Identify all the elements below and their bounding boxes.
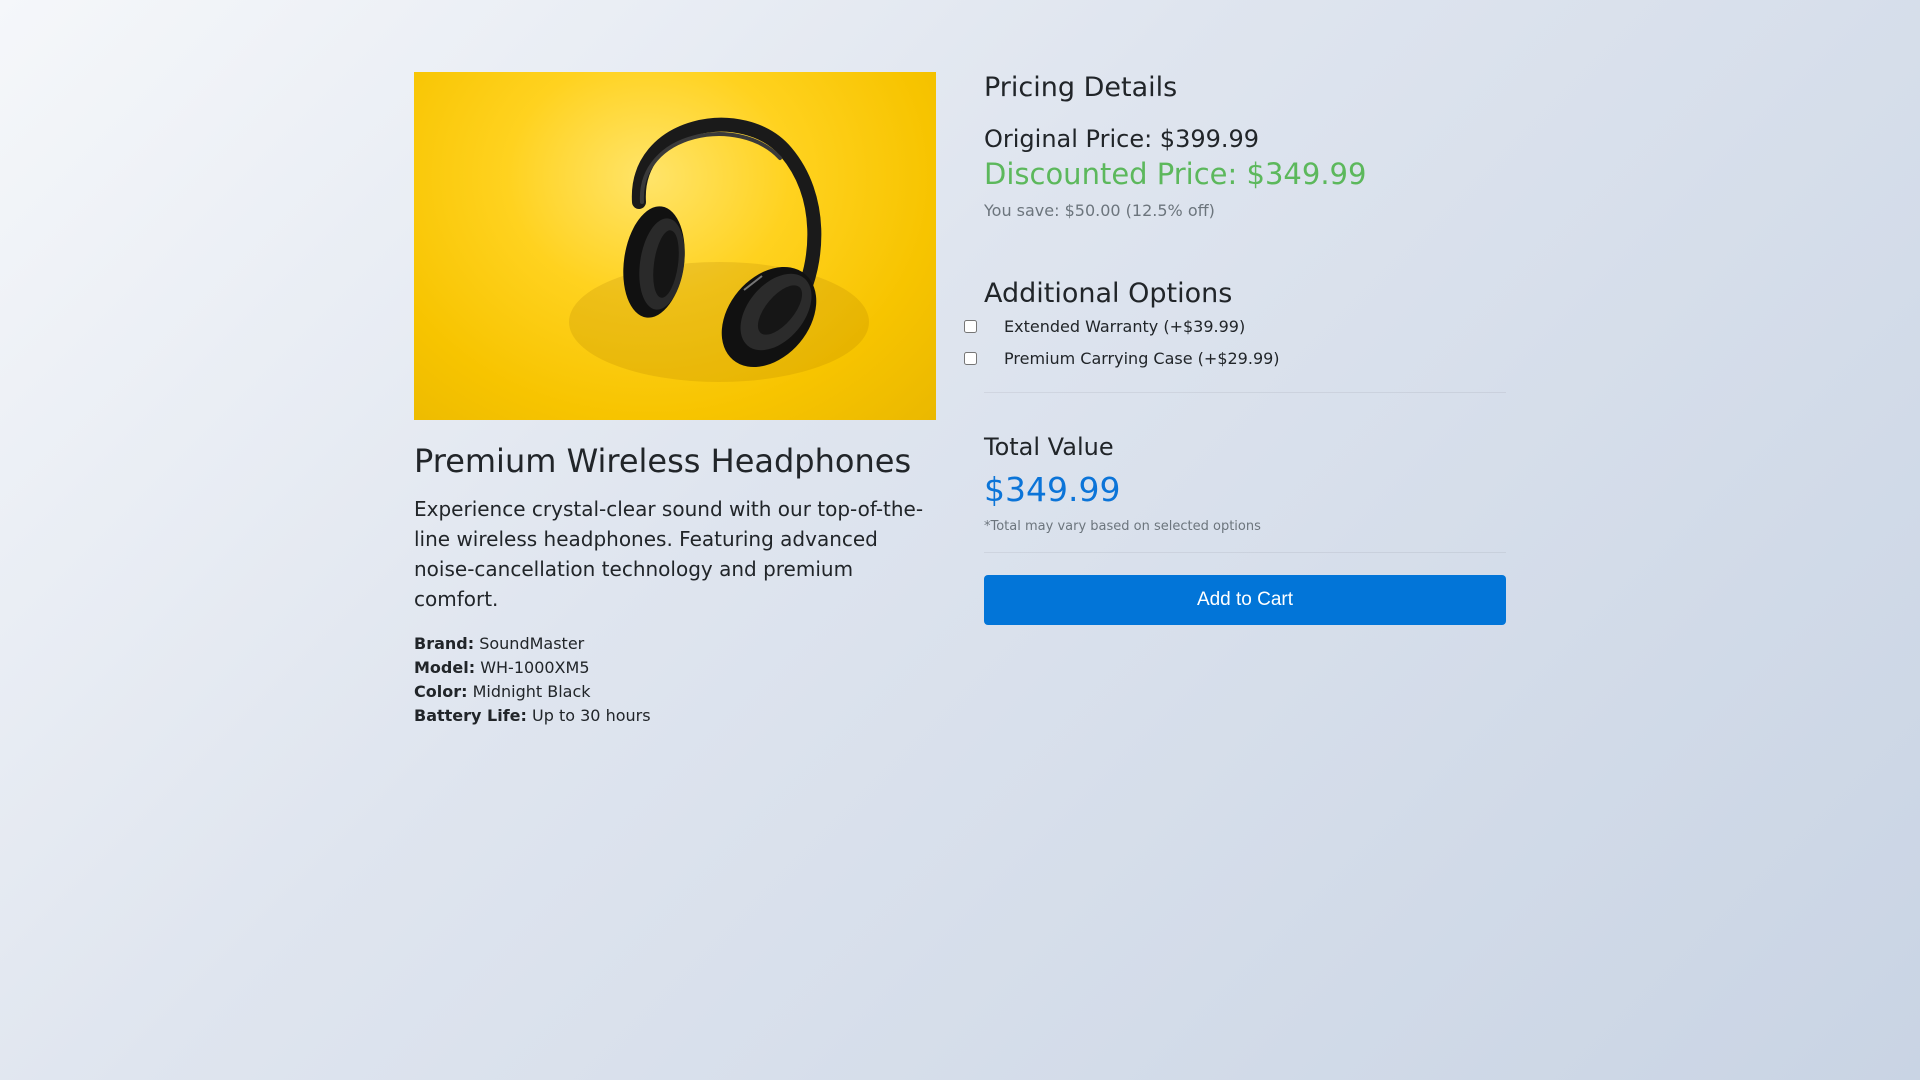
spec-battery: Battery Life: Up to 30 hours [414, 704, 936, 728]
divider [984, 552, 1506, 554]
spec-value: Midnight Black [472, 682, 591, 702]
spec-value: SoundMaster [479, 634, 585, 654]
total-title: Total Value [984, 433, 1114, 462]
savings-text: You save: $50.00 (12.5% off) [984, 200, 1215, 220]
product-description: Experience crystal-clear sound with our … [414, 497, 924, 612]
spec-value: WH-1000XM5 [480, 658, 590, 678]
options-title: Additional Options [984, 277, 1233, 309]
spec-label: Color: [414, 682, 468, 702]
product-column: Premium Wireless Headphones Experience c… [414, 72, 936, 728]
option-label: Extended Warranty (+$39.99) [1004, 316, 1246, 336]
spec-label: Brand: [414, 634, 475, 654]
headphones-icon [569, 117, 869, 382]
spec-model: Model: WH-1000XM5 [414, 656, 936, 680]
option-carrying-case[interactable]: Premium Carrying Case (+$29.99) [964, 342, 1506, 374]
spec-brand: Brand: SoundMaster [414, 632, 936, 656]
total-note: *Total may vary based on selected option… [984, 519, 1261, 535]
product-title: Premium Wireless Headphones [414, 442, 912, 480]
product-page: Premium Wireless Headphones Experience c… [414, 72, 1506, 728]
carrying-case-checkbox[interactable] [964, 351, 977, 365]
spec-list: Brand: SoundMaster Model: WH-1000XM5 Col… [414, 632, 936, 728]
option-extended-warranty[interactable]: Extended Warranty (+$39.99) [964, 310, 1506, 342]
divider [984, 392, 1506, 394]
original-price: Original Price: $399.99 [984, 125, 1260, 154]
spec-label: Model: [414, 658, 476, 678]
product-image [414, 72, 936, 420]
total-value: $349.99 [984, 469, 1121, 509]
spec-label: Battery Life: [414, 706, 527, 726]
discounted-price: Discounted Price: $349.99 [984, 157, 1367, 192]
pricing-title: Pricing Details [984, 72, 1178, 103]
option-label: Premium Carrying Case (+$29.99) [1004, 348, 1280, 368]
pricing-column: Pricing Details Original Price: $399.99 … [964, 72, 1506, 728]
extended-warranty-checkbox[interactable] [964, 319, 977, 333]
add-to-cart-button[interactable]: Add to Cart [984, 575, 1506, 626]
spec-color: Color: Midnight Black [414, 680, 936, 704]
spec-value: Up to 30 hours [532, 706, 651, 726]
